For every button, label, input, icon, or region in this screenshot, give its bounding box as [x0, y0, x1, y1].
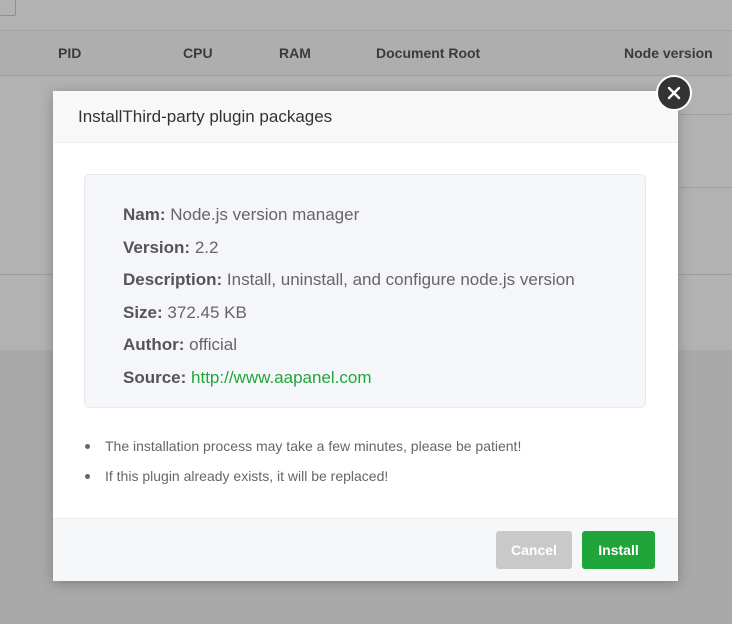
- bullet-icon: [85, 474, 90, 479]
- author-label: Author:: [123, 335, 185, 355]
- dialog-header: InstallThird-party plugin packages: [53, 91, 678, 143]
- description-value: Install, uninstall, and configure node.j…: [226, 270, 575, 290]
- note-text: If this plugin already exists, it will b…: [105, 468, 389, 484]
- size-value: 372.45 KB: [167, 302, 247, 322]
- dialog-title: InstallThird-party plugin packages: [78, 106, 333, 126]
- note-text: The installation process may take a few …: [105, 438, 522, 454]
- install-plugin-dialog: InstallThird-party plugin packages Nam: …: [53, 75, 692, 581]
- version-value: 2.2: [194, 237, 219, 257]
- list-item: The installation process may take a few …: [85, 431, 521, 461]
- dialog-footer: Cancel Install: [53, 518, 678, 581]
- size-label: Size:: [123, 302, 163, 322]
- source-link[interactable]: http://www.aapanel.com: [191, 368, 371, 387]
- version-label: Version:: [123, 237, 191, 257]
- info-size-row: Size: 372.45 KB: [123, 297, 645, 330]
- description-label: Description:: [123, 270, 223, 290]
- info-author-row: Author: official: [123, 329, 645, 362]
- bullet-icon: [85, 444, 90, 449]
- info-version-row: Version: 2.2: [123, 232, 645, 265]
- source-label: Source:: [123, 367, 187, 387]
- cancel-button[interactable]: Cancel: [496, 531, 572, 569]
- close-icon: [667, 86, 681, 100]
- info-source-row: Source: http://www.aapanel.com: [123, 362, 645, 395]
- name-label: Nam:: [123, 205, 166, 224]
- info-name-row: Nam: Node.js version manager: [123, 199, 645, 232]
- plugin-info-box: Nam: Node.js version manager Version: 2.…: [84, 174, 646, 408]
- list-item: If this plugin already exists, it will b…: [85, 461, 521, 491]
- close-button[interactable]: [656, 75, 692, 111]
- author-value: official: [189, 335, 237, 355]
- install-notes: The installation process may take a few …: [85, 431, 521, 491]
- name-value: Node.js version manager: [170, 205, 360, 224]
- install-button[interactable]: Install: [582, 531, 655, 569]
- info-description-row: Description: Install, uninstall, and con…: [123, 264, 645, 297]
